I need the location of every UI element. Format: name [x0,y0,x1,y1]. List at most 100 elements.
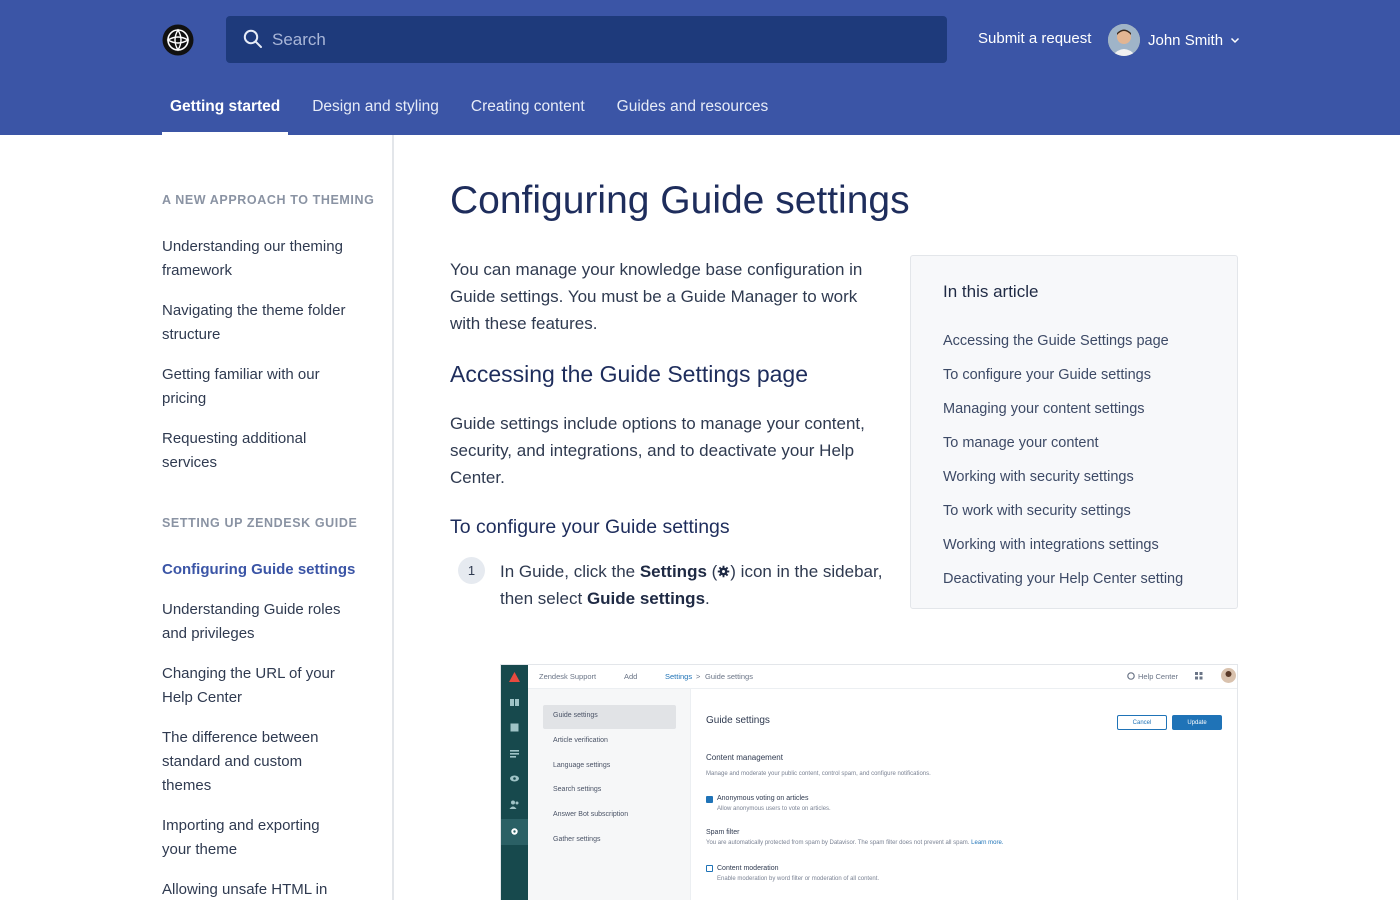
breadcrumb-settings: Settings [665,672,693,681]
screenshot-section-desc: Manage and moderate your public content,… [706,771,931,777]
screenshot-topbar: Zendesk Support Add Settings > Guide set… [528,665,1237,689]
option-desc: Enable moderation by word filter or mode… [717,876,880,882]
sidebar-item-pricing[interactable]: Getting familiar with our pricing [162,363,352,411]
screenshot-section-title: Content management [706,753,783,762]
list-item: To work with security settings [943,494,1205,528]
spam-desc-text: You are automatically protected from spa… [706,840,970,846]
toc-title: In this article [943,282,1039,301]
screenshot-settings-menu: Guide settings Article verification Lang… [528,689,691,900]
menu-item: Language settings [553,762,611,769]
option-title: Content moderation [717,865,779,872]
step-text: In Guide, click the Settings () icon in … [500,558,900,612]
tab-design-and-styling[interactable]: Design and styling [304,80,447,135]
sidebar-item-import-export[interactable]: Importing and exporting your theme [162,814,337,862]
screenshot-cancel-button: Cancel [1117,715,1167,730]
category-nav: Getting started Design and styling Creat… [162,80,792,135]
eye-icon [510,775,519,782]
settings-bold: Settings [639,562,707,581]
brand-logo-icon[interactable] [162,23,194,57]
product-switcher: Zendesk Support [539,672,597,681]
option-title: Anonymous voting on articles [717,795,809,802]
sidebar-item-configuring-guide-settings[interactable]: Configuring Guide settings [162,558,372,582]
screenshot-page-title: Guide settings [706,715,770,726]
apps-grid-icon [1195,672,1203,680]
users-icon [509,800,519,809]
tab-guides-and-resources[interactable]: Guides and resources [609,80,777,135]
breadcrumb-separator: > [696,672,701,681]
toc-link-content-settings[interactable]: Managing your content settings [943,392,1205,426]
menu-item: Gather settings [553,836,601,843]
toc-link-work-security[interactable]: To work with security settings [943,494,1205,528]
chevron-down-icon[interactable] [1229,34,1241,46]
search-input[interactable] [272,16,932,63]
list-item: To configure your Guide settings [943,358,1205,392]
user-menu[interactable]: John Smith [1108,23,1241,57]
site-header: Submit a request John Smith Getting star… [0,0,1400,135]
learn-more-link: Learn more. [971,840,1004,846]
help-center-icon [1127,672,1135,680]
toc-link-deactivating[interactable]: Deactivating your Help Center setting [943,562,1205,596]
toc-link-configure[interactable]: To configure your Guide settings [943,358,1205,392]
list-item: Working with integrations settings [943,528,1205,562]
avatar [1221,668,1236,683]
toc-link-manage-content[interactable]: To manage your content [943,426,1205,460]
step-text-part: . [705,589,710,608]
help-center-link: Help Center [1138,672,1179,681]
list-icon [510,750,519,758]
menu-item: Answer Bot subscription [553,811,629,818]
gear-icon [718,565,730,578]
sidebar-item-additional-services[interactable]: Requesting additional services [162,427,342,475]
toc-list: Accessing the Guide Settings page To con… [943,324,1205,596]
checkbox-unchecked [706,865,713,872]
menu-item: Guide settings [553,712,598,719]
user-name[interactable]: John Smith [1148,32,1223,49]
menu-item: Search settings [553,786,602,793]
tab-getting-started[interactable]: Getting started [162,80,289,135]
add-menu: Add [624,672,638,681]
in-this-article-box: In this article Accessing the Guide Sett… [910,255,1238,609]
user-photo-icon [1108,24,1140,56]
article-intro: You can manage your knowledge base confi… [450,260,863,333]
checkbox-checked [706,796,713,803]
section-paragraph: Guide settings include options to manage… [450,414,865,487]
toc-link-accessing[interactable]: Accessing the Guide Settings page [943,324,1205,358]
sidebar-section-title: SETTING UP ZENDESK GUIDE [162,516,358,530]
screenshot-update-button: Update [1172,715,1222,730]
tab-creating-content[interactable]: Creating content [463,80,593,135]
sidebar-item-standard-vs-custom[interactable]: The difference between standard and cust… [162,726,332,798]
list-item: Managing your content settings [943,392,1205,426]
option-desc: Allow anonymous users to vote on article… [717,806,831,812]
avatar[interactable] [1108,24,1140,56]
sidebar-item-roles-and-privileges[interactable]: Understanding Guide roles and privileges [162,598,352,646]
subsection-heading: To configure your Guide settings [450,516,730,538]
toc-link-security-settings[interactable]: Working with security settings [943,460,1205,494]
list-item: Accessing the Guide Settings page [943,324,1205,358]
guide-settings-bold: Guide settings [586,589,706,608]
search-icon [243,29,262,48]
zendesk-logo-icon [509,672,520,682]
sidebar-item-folder-structure[interactable]: Navigating the theme folder structure [162,299,362,347]
screenshot-sidebar-rail [501,665,528,900]
book-icon [510,699,519,706]
step-number: 1 [458,557,485,584]
search-bar[interactable] [226,16,947,63]
sidebar-divider [392,135,394,900]
option-title: Spam filter [706,829,740,836]
step-text-part: In Guide, click the [500,562,640,581]
list-item: Deactivating your Help Center setting [943,562,1205,596]
screenshot-content: Guide settings Cancel Update Content man… [691,689,1237,900]
article-icon [510,723,519,732]
option-desc: You are automatically protected from spa… [706,840,1004,846]
breadcrumb-current: Guide settings [705,672,753,681]
sidebar-item-change-url[interactable]: Changing the URL of your Help Center [162,662,342,710]
sidebar-section-title: A NEW APPROACH TO THEMING [162,193,375,207]
submit-request-link[interactable]: Submit a request [978,30,1091,47]
gear-icon [511,828,518,835]
section-heading: Accessing the Guide Settings page [450,361,809,387]
sidebar-item-unsafe-html[interactable]: Allowing unsafe HTML in [162,878,362,900]
sidebar-item-theming-framework[interactable]: Understanding our theming framework [162,235,362,283]
toc-link-integrations[interactable]: Working with integrations settings [943,528,1205,562]
step-text-part: ( [706,562,718,581]
list-item: To manage your content [943,426,1205,460]
page-title: Configuring Guide settings [450,179,910,222]
